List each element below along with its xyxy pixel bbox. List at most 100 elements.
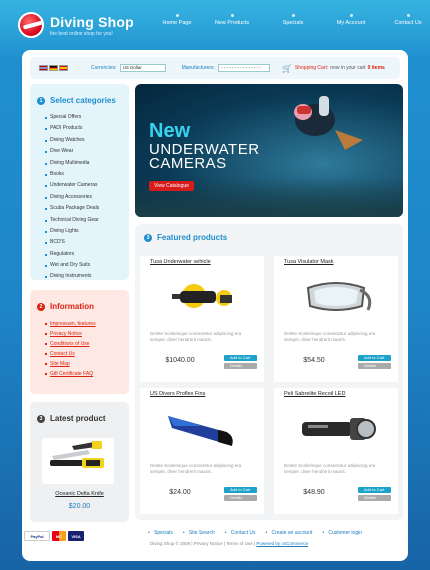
latest-product-name[interactable]: Oceanic Delta Knife xyxy=(30,491,129,497)
product-image[interactable] xyxy=(162,406,242,451)
manufacturer-select[interactable]: - - - - - - - - - - - - - - - xyxy=(217,64,270,72)
category-item[interactable]: Diving Lights xyxy=(45,226,129,237)
product-price: $54.50 xyxy=(303,357,325,364)
cart-text: now in your cart xyxy=(330,65,366,71)
latest-title: 3 Latest product xyxy=(30,402,129,423)
banner-headline: New xyxy=(149,120,191,142)
currency-select[interactable]: US Dollar xyxy=(119,64,166,72)
footer-link-customer-login[interactable]: Customer login xyxy=(322,530,362,536)
category-item[interactable]: PADI Products xyxy=(45,123,129,134)
category-item[interactable]: Diving Accessories xyxy=(45,192,129,203)
details-button[interactable]: Details xyxy=(358,363,391,369)
footer-copyright: Diving Shop © 2008 | Privacy Notice | Te… xyxy=(150,541,309,546)
product-card: Tusa Visulator Mask Delete Scelerisque c… xyxy=(274,256,398,382)
add-to-cart-button[interactable]: Add to Cart xyxy=(358,355,391,361)
toolbar: Currencies: US Dollar Manufacturers: - -… xyxy=(30,57,400,79)
information-item[interactable]: Gift Certificate FAQ xyxy=(45,369,129,379)
latest-product-box: 3 Latest product Oceanic Delta Knife $20… xyxy=(30,402,129,522)
view-catalogue-button[interactable]: View Catalogue xyxy=(149,181,194,191)
category-item[interactable]: Regulators xyxy=(45,249,129,260)
footer-links: Specials Site Search Contact Us Create a… xyxy=(148,530,372,536)
nav-my-account[interactable]: My Account xyxy=(328,14,374,26)
cart-count[interactable]: 0 items xyxy=(368,65,385,71)
information-item[interactable]: Impressum, features xyxy=(45,319,129,329)
add-to-cart-button[interactable]: Add to Cart xyxy=(224,355,257,361)
category-item[interactable]: Technical Diving Gear xyxy=(45,215,129,226)
details-button[interactable]: Details xyxy=(224,495,257,501)
categories-box: 1 Select categories Special Offers PADI P… xyxy=(30,84,129,280)
information-item[interactable]: Site Map xyxy=(45,359,129,369)
product-image[interactable] xyxy=(296,274,376,319)
footer-link-contact-us[interactable]: Contact Us xyxy=(225,530,256,536)
category-item[interactable]: Diving Multimedia xyxy=(45,158,129,169)
category-item[interactable]: Underwater Cameras xyxy=(45,180,129,191)
category-item[interactable]: Wet and Dry Suits xyxy=(45,260,129,271)
nav-home[interactable]: Home Page xyxy=(160,14,194,26)
footer-link-site-search[interactable]: Site Search xyxy=(183,530,215,536)
category-item[interactable]: Scuba Package Deals xyxy=(45,203,129,214)
main-panel: Currencies: US Dollar Manufacturers: - -… xyxy=(22,50,408,561)
product-price: $48.90 xyxy=(303,489,325,496)
product-image[interactable] xyxy=(296,406,376,451)
payment-logos: PayPal MC VISA xyxy=(24,531,84,541)
category-item[interactable]: Diving Watches xyxy=(45,135,129,146)
flag-de-icon[interactable] xyxy=(49,65,58,71)
information-item[interactable]: Conditions of Use xyxy=(45,339,129,349)
featured-title-text: Featured products xyxy=(157,233,228,242)
nav-specials[interactable]: Specials xyxy=(276,14,310,26)
nav-new-products[interactable]: New Products xyxy=(204,14,260,26)
categories-title-text: Select categories xyxy=(50,96,116,105)
category-item[interactable]: Books xyxy=(45,169,129,180)
product-description: Delete Scelerisque consectetur adipiscin… xyxy=(284,463,376,474)
category-item[interactable]: Dive Wear xyxy=(45,146,129,157)
hero-banner[interactable]: New UNDERWATER CAMERAS View Catalogue xyxy=(135,84,403,217)
add-to-cart-button[interactable]: Add to Cart xyxy=(224,487,257,493)
latest-product-image[interactable] xyxy=(42,438,114,484)
visa-logo: VISA xyxy=(68,531,84,541)
product-name[interactable]: Tusa Visulator Mask xyxy=(284,259,334,265)
top-nav: Home Page New Products Specials My Accou… xyxy=(160,14,428,26)
copyright-text: Diving Shop © 2008 xyxy=(150,541,191,546)
information-title: 2 Information xyxy=(30,290,129,311)
product-price: $1040.00 xyxy=(165,357,195,364)
latest-title-text: Latest product xyxy=(50,414,106,423)
paypal-logo: PayPal xyxy=(24,531,50,541)
section-number-badge: 2 xyxy=(37,302,45,311)
details-button[interactable]: Details xyxy=(358,495,391,501)
manufacturers-label: Manufacturers: xyxy=(181,65,215,71)
mastercard-logo: MC xyxy=(52,531,66,541)
add-to-cart-button[interactable]: Add to Cart xyxy=(358,487,391,493)
product-name[interactable]: Tusa Underwater vehicle xyxy=(150,259,211,265)
featured-title: 3 Featured products xyxy=(144,233,227,242)
logo-tagline: the best online shop for you! xyxy=(50,30,113,37)
privacy-link[interactable]: Privacy Notice xyxy=(194,541,223,546)
product-card: US Divers Proflex Fins Delete Scelerisqu… xyxy=(140,388,264,514)
logo[interactable]: Diving Shop the best online shop for you… xyxy=(18,12,134,38)
information-list: Impressum, features Privacy Notice Conditi… xyxy=(30,311,129,379)
nav-contact-us[interactable]: Contact Us xyxy=(388,14,428,26)
category-item[interactable]: Special Offers xyxy=(45,112,129,123)
terms-link[interactable]: Terms of Use xyxy=(226,541,253,546)
information-title-text: Information xyxy=(50,302,94,311)
information-item[interactable]: Privacy Notice xyxy=(45,329,129,339)
logo-icon xyxy=(18,12,44,38)
cart-label[interactable]: Shopping Cart: xyxy=(295,65,328,71)
cart-icon[interactable]: 🛒 xyxy=(282,64,292,73)
latest-product-price: $20.00 xyxy=(68,503,91,510)
categories-title: 1 Select categories xyxy=(30,84,129,105)
product-name[interactable]: US Divers Proflex Fins xyxy=(150,391,205,397)
categories-list: Special Offers PADI Products Diving Watche… xyxy=(30,105,129,283)
flag-en-icon[interactable] xyxy=(39,65,48,71)
category-item[interactable]: BCD'S xyxy=(45,237,129,248)
footer-link-create-account[interactable]: Create an account xyxy=(266,530,313,536)
product-description: Delete Scelerisque consectetur adipiscin… xyxy=(150,331,242,342)
powered-by-link[interactable]: Powered by osCommerce xyxy=(256,541,308,546)
category-item[interactable]: Diving Instruments xyxy=(45,271,129,282)
details-button[interactable]: Details xyxy=(224,363,257,369)
flag-es-icon[interactable] xyxy=(59,65,68,71)
information-item[interactable]: Contact Us xyxy=(45,349,129,359)
product-name[interactable]: Peli Sabrelite Recoil LED xyxy=(284,391,345,397)
section-number-badge: 3 xyxy=(144,233,152,242)
product-image[interactable] xyxy=(162,274,242,319)
footer-link-specials[interactable]: Specials xyxy=(148,530,173,536)
